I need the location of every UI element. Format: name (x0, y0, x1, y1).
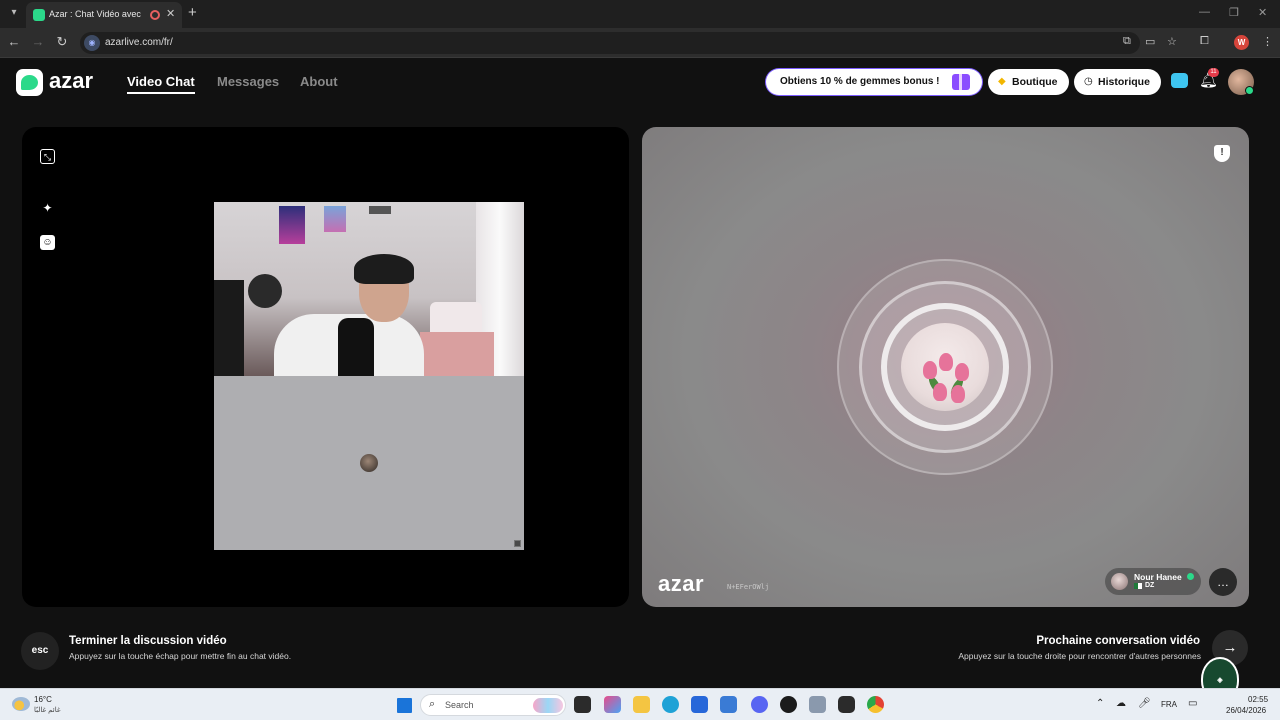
browser-tabbar: ▾ Azar : Chat Vidéo avec de n ✕ + — ❐ ✕ (0, 0, 1280, 28)
remote-video-panel: ! azar N+EFerOWlj Nour Hanee DZ … (642, 127, 1249, 607)
logo-text[interactable]: azar (49, 68, 93, 94)
weather-description: غائم غالبًا (34, 707, 61, 714)
search-icon: ⌕ (429, 698, 436, 710)
profile-avatar[interactable]: W (1234, 35, 1249, 50)
tab-close-icon[interactable]: ✕ (166, 7, 175, 20)
tab-search-icon[interactable]: ▾ (6, 5, 22, 21)
algeria-flag-icon (1134, 583, 1142, 589)
discord-icon[interactable] (751, 696, 768, 713)
nav-active-indicator (127, 92, 195, 94)
terminal-icon[interactable] (838, 696, 855, 713)
end-chat-subtitle: Appuyez sur la touche échap pour mettre … (69, 651, 292, 661)
clock-icon: ◷ (1084, 76, 1093, 87)
recording-icon (150, 10, 160, 20)
menu-dots-icon[interactable]: ⋮ (1262, 35, 1273, 48)
session-id: N+EFerOWlj (727, 583, 770, 591)
expand-icon[interactable]: ⤡ (40, 149, 55, 164)
next-chat-title: Prochaine conversation vidéo (1036, 635, 1200, 647)
nav-messages[interactable]: Messages (217, 74, 279, 89)
weather-temperature: 16°C (34, 695, 52, 704)
windows-start-icon[interactable] (397, 698, 412, 713)
shop-label: Boutique (1012, 76, 1058, 88)
forward-icon[interactable]: → (30, 34, 46, 49)
translate-icon[interactable]: ⧉ (1123, 35, 1131, 48)
azar-watermark-logo: azar (658, 571, 705, 596)
extensions-icon[interactable]: ⧠ (1200, 35, 1209, 48)
notification-badge: 11 (1208, 68, 1219, 77)
tab-title: Azar : Chat Vidéo avec de n (49, 9, 143, 19)
file-explorer-icon[interactable] (633, 696, 650, 713)
browser-toolbar: ← → ↻ ◉ azarlive.com/fr/ ⧉ ▭ ☆ ⧠ W ⋮ (0, 28, 1280, 58)
chrome-icon[interactable] (867, 696, 884, 713)
restore-icon[interactable]: ❐ (1229, 6, 1239, 19)
nav-video-chat[interactable]: Video Chat (127, 74, 195, 89)
promo-text: Obtiens 10 % de gemmes bonus ! (780, 76, 940, 87)
history-label: Historique (1098, 76, 1150, 88)
edge-icon[interactable] (662, 696, 679, 713)
nav-about[interactable]: About (300, 74, 338, 89)
settings-gear-icon[interactable] (809, 696, 826, 713)
magic-wand-icon[interactable]: ✦ (40, 201, 55, 216)
clock-date[interactable]: 26/04/2026 (1226, 706, 1266, 715)
taskbar-search[interactable]: ⌕ Search (420, 694, 566, 716)
store-icon[interactable] (691, 696, 708, 713)
weather-icon[interactable] (12, 697, 30, 711)
clock-time[interactable]: 02:55 (1248, 695, 1268, 704)
verified-badge-icon (1187, 573, 1194, 580)
microphone-icon[interactable]: 🎤︎ (1138, 698, 1151, 709)
new-tab-button[interactable]: + (188, 4, 197, 21)
next-chat-subtitle: Appuyez sur la touche droite pour rencon… (958, 651, 1201, 661)
partner-avatar (1111, 573, 1128, 590)
end-chat-title: Terminer la discussion vidéo (69, 635, 227, 647)
self-avatar (360, 454, 378, 472)
azar-app: azar Video Chat Messages About Obtiens 1… (0, 58, 1280, 688)
tab-favicon-icon (33, 9, 45, 21)
display-icon[interactable]: ▭ (1188, 698, 1197, 709)
gift-icon (952, 74, 970, 90)
shop-button[interactable]: ◆ Boutique (988, 69, 1069, 95)
camera-preview (214, 202, 524, 550)
site-info-icon[interactable]: ◉ (84, 35, 100, 51)
partner-country: DZ (1145, 582, 1155, 589)
windows-taskbar: 16°C غائم غالبًا ⌕ Search ⌃ ☁ 🎤︎ FRA ▭ 0… (0, 688, 1280, 720)
resize-handle-icon[interactable] (514, 540, 521, 547)
online-badge (1245, 86, 1254, 95)
task-view-icon[interactable] (574, 696, 591, 713)
back-icon[interactable]: ← (6, 34, 22, 49)
gem-icon: ◆ (998, 76, 1006, 87)
tray-chevron-icon[interactable]: ⌃ (1096, 698, 1104, 709)
message-icon[interactable]: … (1209, 568, 1237, 596)
report-icon[interactable]: ! (1214, 145, 1230, 162)
partner-profile-picture (901, 323, 989, 411)
close-window-icon[interactable]: ✕ (1258, 6, 1267, 19)
minimize-icon[interactable]: — (1199, 6, 1210, 18)
cloud-off-icon[interactable]: ☁ (1116, 698, 1126, 709)
search-placeholder: Search (445, 700, 474, 710)
promo-banner[interactable]: Obtiens 10 % de gemmes bonus ! (766, 69, 982, 95)
end-chat-button[interactable]: esc (21, 632, 59, 670)
search-highlight-image (533, 698, 563, 713)
bookmark-star-icon[interactable]: ☆ (1167, 35, 1177, 48)
camera-feed (214, 202, 524, 376)
chat-icon[interactable] (1171, 73, 1188, 88)
widgets-icon[interactable] (604, 696, 621, 713)
language-indicator[interactable]: FRA (1161, 700, 1177, 709)
local-video-panel: ⤡ ✦ ☺ (22, 127, 629, 607)
outlook-icon[interactable] (720, 696, 737, 713)
reload-icon[interactable]: ↻ (54, 34, 70, 50)
history-button[interactable]: ◷ Historique (1074, 69, 1161, 95)
cast-icon[interactable]: ▭ (1145, 35, 1155, 48)
address-bar[interactable]: ◉ azarlive.com/fr/ (80, 32, 1140, 54)
sticker-icon[interactable]: ☺ (40, 235, 55, 250)
obs-icon[interactable] (780, 696, 797, 713)
azar-logo-icon[interactable] (16, 69, 43, 96)
browser-tab[interactable]: Azar : Chat Vidéo avec de n ✕ (26, 2, 182, 28)
partner-name: Nour Hanee (1134, 572, 1182, 582)
url-text: azarlive.com/fr/ (105, 37, 173, 48)
partner-info-chip[interactable]: Nour Hanee DZ (1105, 568, 1201, 595)
